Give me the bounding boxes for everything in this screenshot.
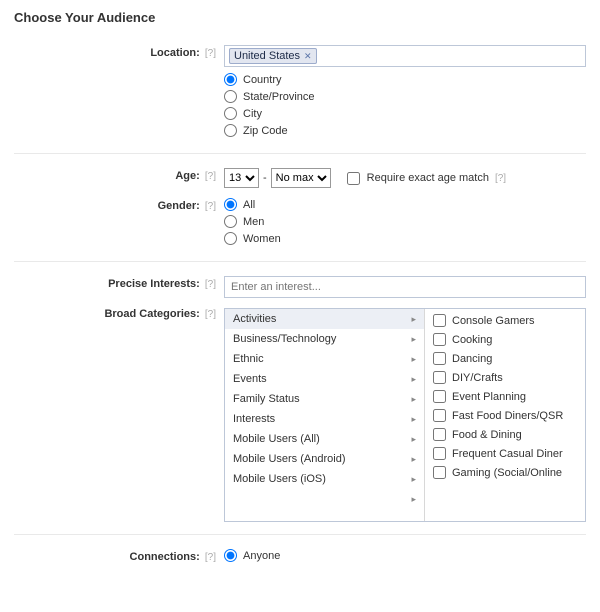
divider bbox=[14, 261, 586, 262]
category-item[interactable]: Activities▸ bbox=[225, 309, 424, 329]
age-label: Age: [?] bbox=[14, 166, 224, 182]
help-icon[interactable]: [?] bbox=[205, 279, 216, 290]
subcategory-item[interactable]: Fast Food Diners/QSR bbox=[425, 406, 585, 425]
category-item[interactable]: Ethnic▸ bbox=[225, 349, 424, 369]
category-item[interactable]: Mobile Users (Android)▸ bbox=[225, 449, 424, 469]
precise-interests-row: Precise Interests: [?] bbox=[14, 274, 586, 298]
help-icon[interactable]: [?] bbox=[205, 171, 216, 182]
subcategory-item[interactable]: Dancing bbox=[425, 349, 585, 368]
subcategory-list: Console Gamers Cooking Dancing DIY/Craft… bbox=[425, 309, 585, 521]
age-max-select[interactable]: No max bbox=[271, 168, 331, 188]
chevron-right-icon: ▸ bbox=[411, 494, 416, 505]
location-label: Location: [?] bbox=[14, 43, 224, 59]
location-radio-state[interactable]: State/Province bbox=[224, 90, 586, 103]
chevron-right-icon: ▸ bbox=[411, 334, 416, 345]
subcategory-item[interactable]: Cooking bbox=[425, 330, 585, 349]
location-token[interactable]: United States ✕ bbox=[229, 48, 317, 64]
page-title: Choose Your Audience bbox=[14, 10, 586, 25]
chevron-right-icon: ▸ bbox=[411, 454, 416, 465]
divider bbox=[14, 534, 586, 535]
remove-token-icon[interactable]: ✕ bbox=[304, 51, 312, 62]
category-list[interactable]: Activities▸ Business/Technology▸ Ethnic▸… bbox=[225, 309, 425, 521]
subcategory-item[interactable]: Frequent Casual Diner bbox=[425, 444, 585, 463]
category-item[interactable]: Mobile Users (All)▸ bbox=[225, 429, 424, 449]
location-radio-city[interactable]: City bbox=[224, 107, 586, 120]
broad-categories-row: Broad Categories: [?] Activities▸ Busine… bbox=[14, 304, 586, 522]
subcategory-item[interactable]: Event Planning bbox=[425, 387, 585, 406]
age-dash: - bbox=[263, 172, 267, 184]
category-item[interactable]: Mobile Users (iOS)▸ bbox=[225, 469, 424, 489]
help-icon[interactable]: [?] bbox=[205, 309, 216, 320]
broad-categories-label: Broad Categories: [?] bbox=[14, 304, 224, 320]
gender-radio-men[interactable]: Men bbox=[224, 215, 586, 228]
chevron-right-icon: ▸ bbox=[411, 474, 416, 485]
help-icon[interactable]: [?] bbox=[205, 201, 216, 212]
subcategory-item[interactable]: DIY/Crafts bbox=[425, 368, 585, 387]
category-item[interactable]: Business/Technology▸ bbox=[225, 329, 424, 349]
help-icon[interactable]: [?] bbox=[495, 173, 506, 184]
location-input[interactable]: United States ✕ bbox=[224, 45, 586, 67]
subcategory-item[interactable]: Food & Dining bbox=[425, 425, 585, 444]
require-age-checkbox[interactable]: Require exact age match [?] bbox=[343, 169, 506, 188]
chevron-right-icon: ▸ bbox=[411, 374, 416, 385]
connections-row: Connections: [?] Anyone bbox=[14, 547, 586, 566]
help-icon[interactable]: [?] bbox=[205, 48, 216, 59]
chevron-right-icon: ▸ bbox=[411, 394, 416, 405]
chevron-right-icon: ▸ bbox=[411, 314, 416, 325]
location-row: Location: [?] United States ✕ Country St… bbox=[14, 43, 586, 141]
subcategory-item[interactable]: Gaming (Social/Online bbox=[425, 463, 585, 482]
chevron-right-icon: ▸ bbox=[411, 414, 416, 425]
category-item[interactable]: Family Status▸ bbox=[225, 389, 424, 409]
chevron-right-icon: ▸ bbox=[411, 354, 416, 365]
category-item[interactable]: Interests▸ bbox=[225, 409, 424, 429]
precise-interests-input[interactable] bbox=[224, 276, 586, 298]
precise-interests-label: Precise Interests: [?] bbox=[14, 274, 224, 290]
location-radio-country[interactable]: Country bbox=[224, 73, 586, 86]
age-row: Age: [?] 13 - No max Require exact age m… bbox=[14, 166, 586, 188]
category-item[interactable]: ▸ bbox=[225, 489, 424, 509]
categories-panel: Activities▸ Business/Technology▸ Ethnic▸… bbox=[224, 308, 586, 522]
chevron-right-icon: ▸ bbox=[411, 434, 416, 445]
subcategory-item[interactable]: Console Gamers bbox=[425, 311, 585, 330]
gender-radio-all[interactable]: All bbox=[224, 198, 586, 211]
help-icon[interactable]: [?] bbox=[205, 552, 216, 563]
location-scope-radios: Country State/Province City Zip Code bbox=[224, 73, 586, 137]
location-radio-zip[interactable]: Zip Code bbox=[224, 124, 586, 137]
connections-label: Connections: [?] bbox=[14, 547, 224, 563]
category-item[interactable]: Events▸ bbox=[225, 369, 424, 389]
divider bbox=[14, 153, 586, 154]
gender-row: Gender: [?] All Men Women bbox=[14, 196, 586, 249]
gender-radio-women[interactable]: Women bbox=[224, 232, 586, 245]
connections-radio-anyone[interactable]: Anyone bbox=[224, 549, 586, 562]
gender-label: Gender: [?] bbox=[14, 196, 224, 212]
age-min-select[interactable]: 13 bbox=[224, 168, 259, 188]
